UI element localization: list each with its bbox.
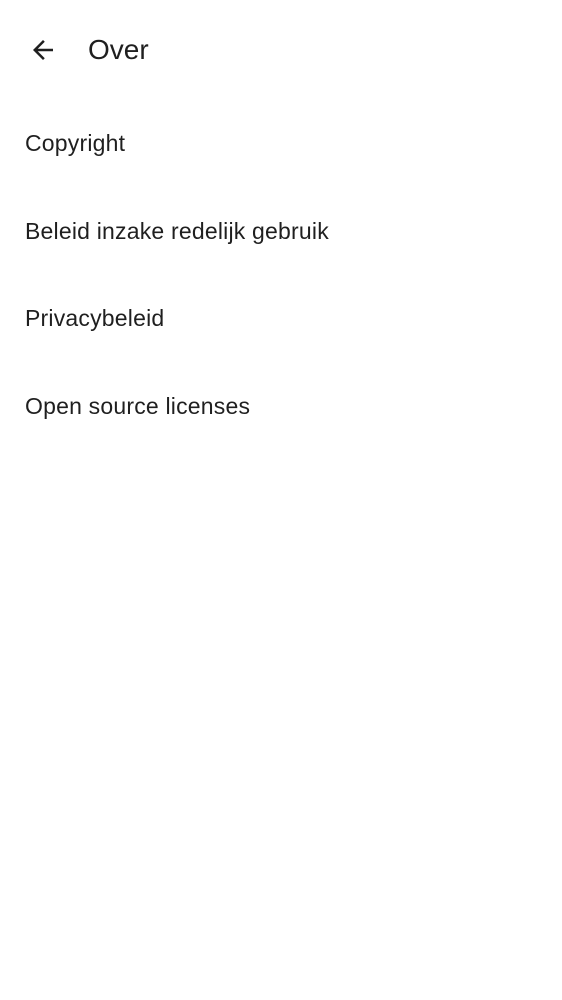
menu-item-fair-use-policy[interactable]: Beleid inzake redelijk gebruik bbox=[0, 188, 562, 276]
menu-list: Copyright Beleid inzake redelijk gebruik… bbox=[0, 100, 562, 450]
back-button[interactable] bbox=[19, 26, 67, 74]
menu-item-label: Privacybeleid bbox=[25, 305, 165, 332]
menu-item-label: Copyright bbox=[25, 130, 126, 157]
app-bar: Over bbox=[0, 0, 562, 100]
arrow-back-icon bbox=[33, 40, 53, 60]
menu-item-copyright[interactable]: Copyright bbox=[0, 100, 562, 188]
menu-item-open-source-licenses[interactable]: Open source licenses bbox=[0, 363, 562, 451]
page-title: Over bbox=[88, 34, 149, 65]
menu-item-privacy-policy[interactable]: Privacybeleid bbox=[0, 275, 562, 363]
menu-item-label: Beleid inzake redelijk gebruik bbox=[25, 217, 329, 244]
menu-item-label: Open source licenses bbox=[25, 392, 251, 419]
